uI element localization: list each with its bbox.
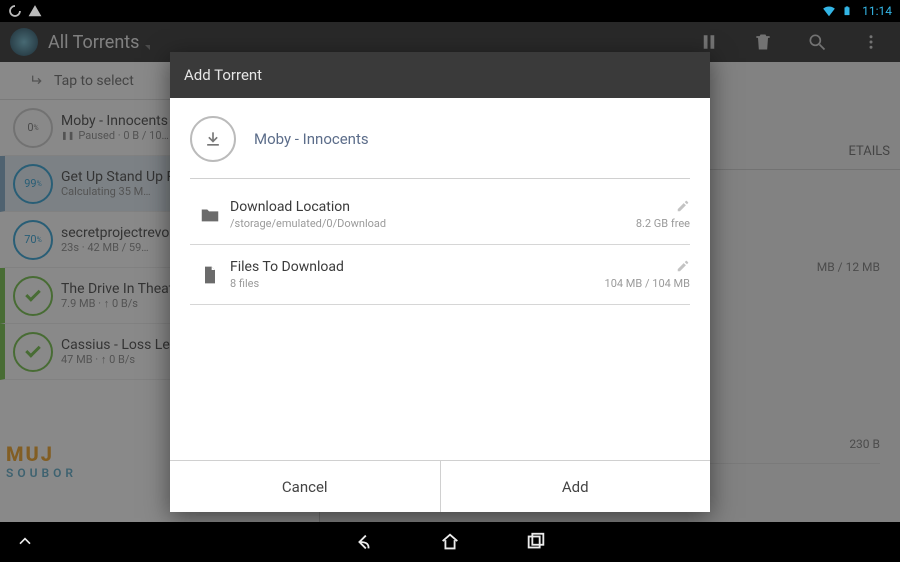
android-nav-bar (0, 522, 900, 562)
dialog-torrent-name: Moby - Innocents (254, 130, 369, 148)
add-torrent-dialog: Add Torrent Moby - Innocents Download Lo… (170, 52, 710, 512)
download-location-label: Download Location (230, 199, 636, 215)
warning-icon (28, 4, 42, 18)
back-button[interactable] (353, 531, 375, 553)
nav-expand-icon[interactable] (14, 531, 36, 553)
edit-icon (676, 199, 690, 213)
files-label: Files To Download (230, 259, 605, 275)
home-button[interactable] (439, 531, 461, 553)
download-circle-icon (190, 116, 236, 162)
folder-icon (190, 204, 230, 226)
file-icon (190, 264, 230, 286)
battery-icon (842, 4, 856, 18)
download-location-row[interactable]: Download Location /storage/emulated/0/Do… (190, 185, 690, 245)
files-count: 8 files (230, 277, 605, 290)
android-status-bar: 11:14 (0, 0, 900, 22)
free-space: 8.2 GB free (636, 217, 690, 230)
files-size: 104 MB / 104 MB (605, 277, 690, 290)
status-clock: 11:14 (862, 4, 892, 18)
files-to-download-row[interactable]: Files To Download 8 files 104 MB / 104 M… (190, 245, 690, 305)
edit-icon (676, 259, 690, 273)
add-button[interactable]: Add (440, 461, 711, 512)
dialog-title: Add Torrent (170, 52, 710, 98)
wifi-icon (822, 4, 836, 18)
recents-button[interactable] (525, 531, 547, 553)
download-location-path: /storage/emulated/0/Download (230, 217, 636, 230)
cancel-button[interactable]: Cancel (170, 461, 440, 512)
sync-icon (8, 4, 22, 18)
